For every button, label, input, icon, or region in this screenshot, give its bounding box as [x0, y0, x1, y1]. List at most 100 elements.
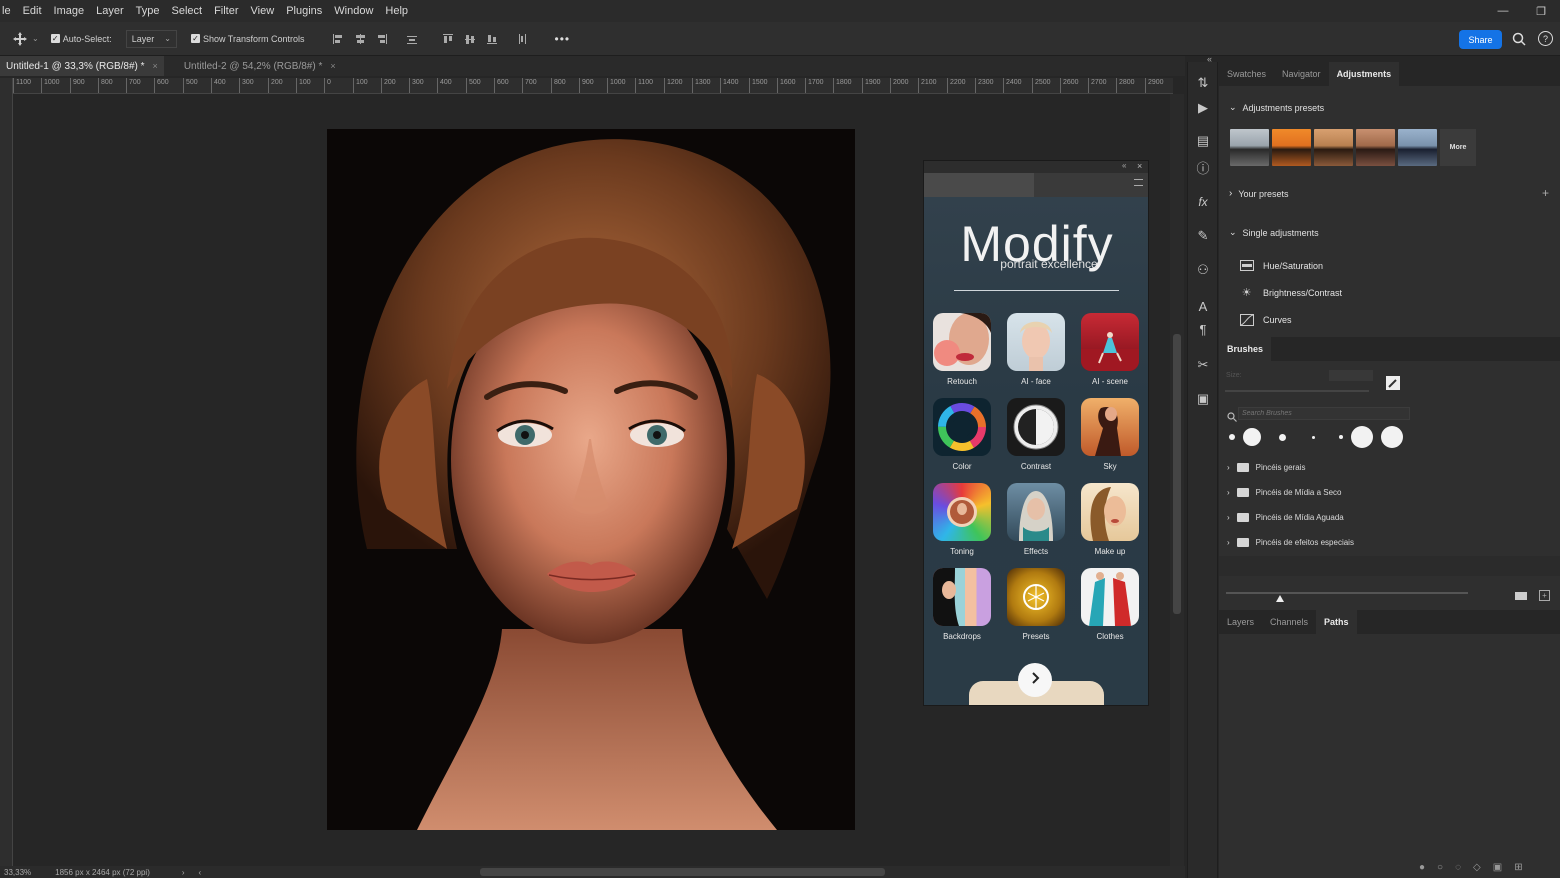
brush-size-field[interactable] — [1329, 370, 1373, 381]
stroke-path-icon[interactable]: ○ — [1437, 862, 1443, 873]
collapse-icon[interactable]: « — [1207, 54, 1212, 64]
share-button[interactable]: Share — [1459, 30, 1502, 49]
search-icon[interactable] — [1512, 32, 1526, 51]
tab-channels[interactable]: Channels — [1262, 610, 1316, 634]
close-icon[interactable]: × — [153, 61, 158, 71]
preset-thumbnail[interactable] — [1272, 129, 1311, 166]
new-folder-icon[interactable] — [1515, 592, 1527, 600]
help-icon[interactable]: ? — [1538, 31, 1553, 46]
tile-color[interactable]: Color — [932, 398, 992, 471]
brush-folder[interactable]: › Pincéis gerais — [1227, 463, 1305, 472]
align-top-icon[interactable] — [441, 32, 455, 46]
tile-presets[interactable]: Presets — [1006, 568, 1066, 641]
plugin-tab[interactable] — [924, 173, 1034, 197]
paragraph-icon[interactable]: ¶ — [1194, 320, 1212, 338]
minimize-button[interactable]: — — [1484, 0, 1522, 22]
tab-paths[interactable]: Paths — [1316, 610, 1357, 634]
align-left-icon[interactable] — [331, 32, 345, 46]
menu-layer[interactable]: Layer — [90, 5, 130, 17]
tile-sky[interactable]: Sky — [1080, 398, 1140, 471]
adjustments-presets-header[interactable]: ⌄ Adjustments presets — [1229, 102, 1324, 113]
adjustment-hue-saturation[interactable]: Hue/Saturation — [1239, 259, 1323, 272]
tile-clothes[interactable]: Clothes — [1080, 568, 1140, 641]
load-selection-icon[interactable]: ◌ — [1455, 862, 1461, 873]
brush-preset[interactable] — [1243, 428, 1261, 446]
brush-folder[interactable]: › Pincéis de efeitos especiais — [1227, 538, 1354, 547]
close-icon[interactable]: × — [1137, 161, 1142, 171]
menu-edit[interactable]: Edit — [17, 5, 48, 17]
tab-untitled-2[interactable]: Untitled-2 @ 54,2% (RGB/8#) * × — [178, 56, 342, 76]
tab-layers[interactable]: Layers — [1219, 610, 1262, 634]
align-right-icon[interactable] — [375, 32, 389, 46]
tab-adjustments[interactable]: Adjustments — [1328, 62, 1400, 86]
history-icon[interactable]: ⇅ — [1194, 74, 1212, 92]
brush-preset[interactable] — [1312, 435, 1315, 439]
more-options-button[interactable]: ••• — [555, 32, 571, 46]
adjustment-brightness-contrast[interactable]: ☀ Brightness/Contrast — [1239, 286, 1342, 299]
tab-brushes[interactable]: Brushes — [1219, 337, 1272, 361]
new-path-icon[interactable]: ⊞ — [1514, 862, 1522, 873]
tab-navigator[interactable]: Navigator — [1274, 62, 1329, 86]
close-icon[interactable]: × — [330, 61, 335, 71]
brush-preset[interactable] — [1229, 434, 1235, 440]
fill-path-icon[interactable]: ● — [1419, 862, 1425, 873]
menu-select[interactable]: Select — [166, 5, 209, 17]
menu-view[interactable]: View — [245, 5, 281, 17]
tile-makeup[interactable]: Make up — [1080, 483, 1140, 556]
scroll-thumb[interactable] — [1173, 334, 1181, 614]
menu-filter[interactable]: Filter — [208, 5, 244, 17]
more-presets-button[interactable]: More — [1440, 129, 1476, 166]
brush-edit-icon[interactable] — [1386, 376, 1400, 390]
chevron-right-icon[interactable]: › — [182, 868, 185, 877]
brush-preset[interactable] — [1279, 433, 1286, 441]
brush-folder[interactable]: › Pincéis de Mídia a Seco — [1227, 488, 1342, 497]
menu-plugins[interactable]: Plugins — [280, 5, 328, 17]
layer-dropdown[interactable]: Layer ⌄ — [125, 29, 177, 48]
show-transform-checkbox[interactable]: ✓ Show Transform Controls — [190, 34, 305, 44]
restore-button[interactable]: ❐ — [1522, 0, 1560, 22]
tab-swatches[interactable]: Swatches — [1219, 62, 1274, 86]
character-icon[interactable]: A — [1194, 297, 1212, 315]
preset-thumbnail[interactable] — [1314, 129, 1353, 166]
actions-play-icon[interactable]: ▶ — [1194, 99, 1212, 117]
distribute-vertical-icon[interactable] — [515, 32, 529, 46]
horizontal-scroll-thumb[interactable] — [480, 868, 885, 876]
move-tool-icon[interactable] — [12, 31, 28, 47]
brush-folder[interactable]: › Pincéis de Mídia Aguada — [1227, 513, 1344, 522]
menu-help[interactable]: Help — [379, 5, 414, 17]
tools-icon[interactable]: ✂ — [1194, 356, 1212, 374]
menu-image[interactable]: Image — [48, 5, 91, 17]
brush-preset[interactable] — [1339, 435, 1343, 439]
menu-type[interactable]: Type — [130, 5, 166, 17]
new-brush-icon[interactable]: + — [1539, 590, 1550, 601]
single-adjustments-header[interactable]: ⌄ Single adjustments — [1229, 227, 1319, 238]
brush-preset[interactable] — [1381, 426, 1403, 448]
panel-menu-icon[interactable] — [1134, 179, 1143, 186]
fx-icon[interactable]: fx — [1194, 193, 1212, 211]
search-brushes-input[interactable] — [1238, 407, 1410, 420]
tile-ai-scene[interactable]: AI - scene — [1080, 313, 1140, 386]
vertical-scrollbar[interactable] — [1170, 94, 1184, 866]
tile-ai-face[interactable]: AI - face — [1006, 313, 1066, 386]
add-icon[interactable]: + — [1542, 186, 1549, 200]
add-mask-icon[interactable]: ▣ — [1493, 862, 1502, 873]
chevron-left-icon[interactable]: ‹ — [199, 868, 202, 877]
next-button[interactable] — [1018, 663, 1052, 697]
make-path-icon[interactable]: ◇ — [1473, 862, 1481, 873]
tile-effects[interactable]: Effects — [1006, 483, 1066, 556]
adjustment-curves[interactable]: Curves — [1239, 313, 1292, 326]
zoom-level[interactable]: 33,33% — [4, 868, 31, 877]
align-center-icon[interactable] — [353, 32, 367, 46]
properties-icon[interactable]: ▣ — [1194, 390, 1212, 408]
clone-source-icon[interactable]: ⚇ — [1194, 261, 1212, 279]
align-middle-icon[interactable] — [463, 32, 477, 46]
tile-contrast[interactable]: Contrast — [1006, 398, 1066, 471]
preset-thumbnail[interactable] — [1398, 129, 1437, 166]
tab-untitled-1[interactable]: Untitled-1 @ 33,3% (RGB/8#) * × — [0, 56, 164, 76]
info-icon[interactable]: ⓘ — [1194, 158, 1212, 176]
preset-thumbnail[interactable] — [1230, 129, 1269, 166]
menu-file[interactable]: le — [0, 5, 17, 17]
libraries-icon[interactable]: ▤ — [1194, 132, 1212, 150]
preset-thumbnail[interactable] — [1356, 129, 1395, 166]
brush-settings-icon[interactable]: ✎ — [1194, 227, 1212, 245]
